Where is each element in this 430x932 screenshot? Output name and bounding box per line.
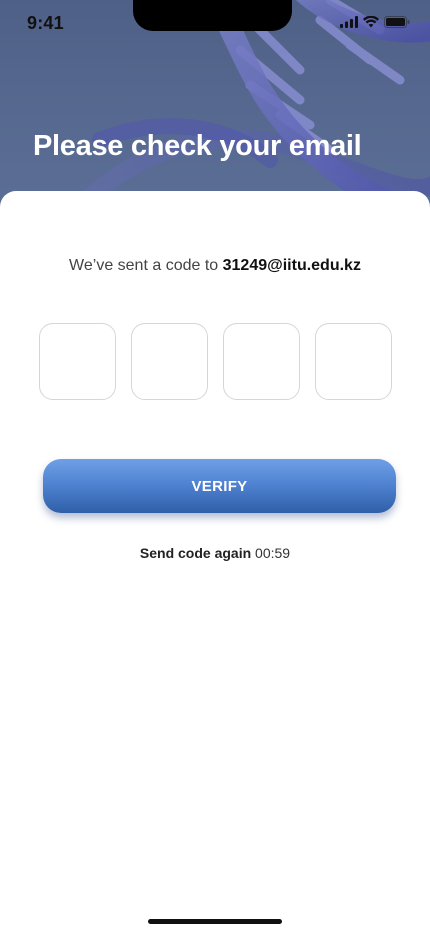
- email-address: 31249@iitu.edu.kz: [222, 257, 361, 274]
- resend-countdown: 00:59: [255, 545, 291, 561]
- resend-row: Send code again 00:59: [0, 545, 430, 561]
- code-input-group: [39, 323, 392, 400]
- code-sent-prefix: We’ve sent a code to: [69, 257, 219, 274]
- code-digit-1[interactable]: [39, 323, 116, 400]
- wifi-icon: [363, 16, 379, 28]
- page-title: Please check your email: [33, 130, 362, 162]
- camera-notch: [133, 0, 292, 31]
- verification-sheet: We’ve sent a code to 31249@iitu.edu.kz V…: [0, 191, 430, 932]
- signal-icon: [340, 16, 358, 28]
- code-digit-4[interactable]: [315, 323, 392, 400]
- send-code-again-link[interactable]: Send code again: [140, 545, 251, 561]
- status-bar: 9:41: [0, 0, 430, 48]
- code-digit-2[interactable]: [131, 323, 208, 400]
- code-sent-message: We’ve sent a code to 31249@iitu.edu.kz: [0, 257, 430, 275]
- home-indicator[interactable]: [148, 919, 282, 924]
- status-time: 9:41: [27, 13, 64, 33]
- status-icons: [340, 16, 410, 28]
- battery-icon: [384, 16, 410, 28]
- verify-button[interactable]: VERIFY: [43, 459, 396, 513]
- code-digit-3[interactable]: [223, 323, 300, 400]
